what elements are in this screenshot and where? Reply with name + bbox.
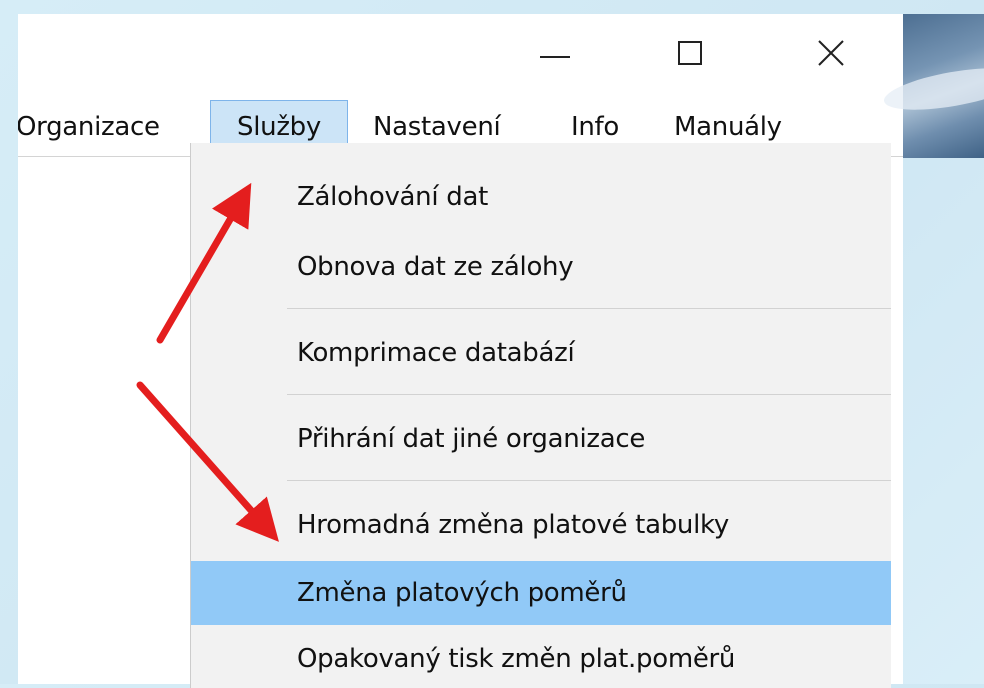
menu-item-prihrani-dat[interactable]: Přihrání dat jiné organizace [191,411,891,467]
menu-item-opakovany-tisk[interactable]: Opakovaný tisk změn plat.poměrů [191,631,891,687]
minimize-icon [540,56,570,58]
window-client-area [18,157,208,684]
sluzby-dropdown-menu: Zálohování dat Obnova dat ze zálohy Komp… [190,143,891,688]
menu-organizace[interactable]: Organizace [18,100,170,154]
menu-item-obnova-dat[interactable]: Obnova dat ze zálohy [191,239,891,295]
menu-item-zmena-platovych-pomeru[interactable]: Změna platových poměrů [191,561,891,625]
close-button[interactable] [796,28,866,78]
minimize-button[interactable] [520,28,590,78]
maximize-icon [678,41,702,65]
menu-item-hromadna-zmena-tabulky[interactable]: Hromadná změna platové tabulky [191,497,891,553]
title-bar [18,14,903,94]
menu-item-zalohovani-dat[interactable]: Zálohování dat [191,169,891,225]
menu-separator [287,308,891,309]
desktop-background-photo [903,14,984,158]
maximize-button[interactable] [655,28,725,78]
menu-separator [287,480,891,481]
menu-item-komprimace-databazi[interactable]: Komprimace databází [191,325,891,381]
menu-separator [287,394,891,395]
close-icon [818,40,844,66]
